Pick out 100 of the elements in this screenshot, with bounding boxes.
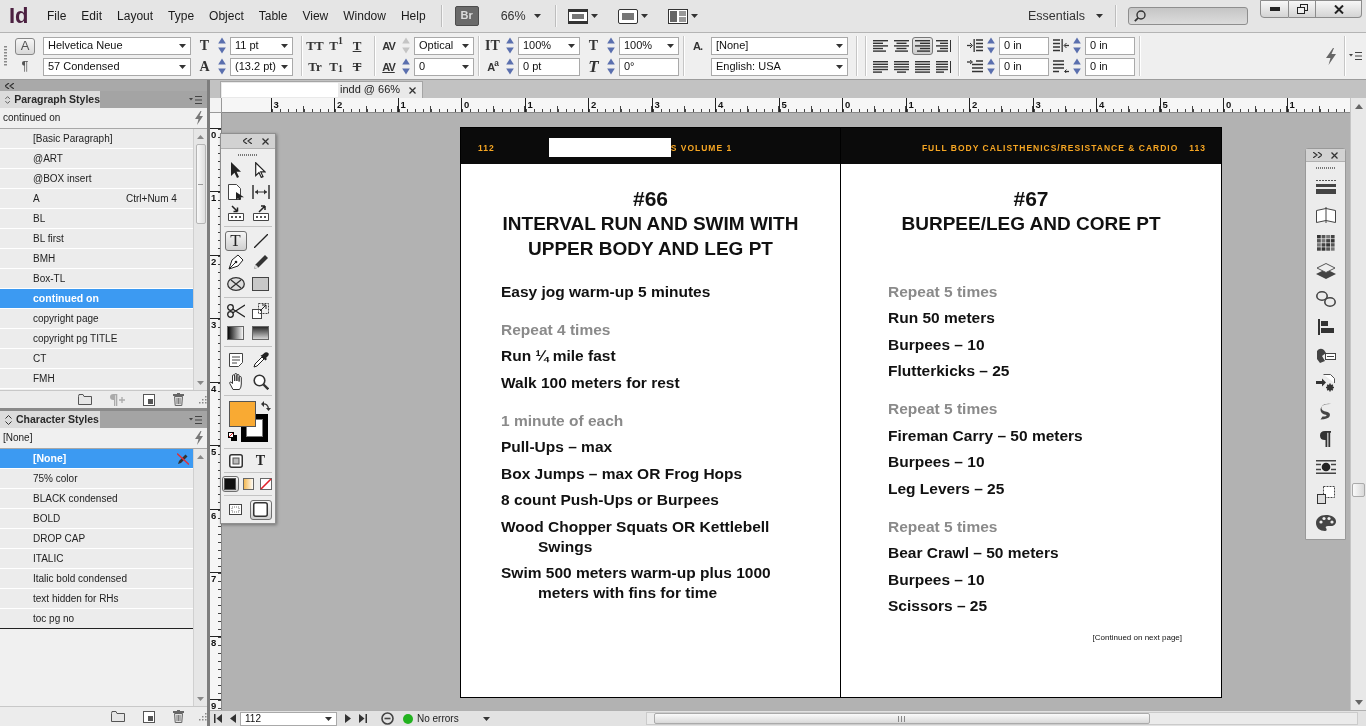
close-icon[interactable] [262,137,269,145]
panel-tab[interactable]: Character Styles [0,411,100,428]
overlapping-squares-icon[interactable] [1316,486,1335,504]
style-list-item[interactable]: BMH [0,249,193,269]
close-icon[interactable] [1331,151,1338,159]
new-item-icon[interactable] [143,393,155,406]
scroll-up-icon[interactable] [1354,104,1363,109]
style-list-item[interactable]: BLACK condensed [0,489,193,509]
stepper[interactable] [218,58,226,75]
type-style-button[interactable]: T [348,36,366,55]
dropdown-field[interactable]: 11 pt [230,36,293,55]
style-list-item[interactable]: Italic bold condensed [0,569,193,589]
scroll-up-icon[interactable] [197,455,204,459]
menu-item[interactable]: Help [400,8,426,24]
style-list-item[interactable]: CT [0,349,193,369]
tool-button[interactable]: T [224,230,247,251]
pilcrow-icon[interactable] [1320,431,1331,447]
stepper[interactable] [402,58,410,75]
search-field[interactable] [1128,7,1248,25]
mode-button[interactable]: ¶ [15,57,35,75]
dropdown-field[interactable]: (13.2 pt) [230,57,293,76]
close-button[interactable] [1316,0,1362,18]
stepper[interactable] [1073,58,1081,75]
dropdown-field[interactable]: 0 [414,57,474,76]
menu-item[interactable]: Window [343,8,386,24]
panel-tab[interactable]: Paragraph Styles [0,91,100,108]
s-ribbon-icon[interactable] [1319,402,1332,420]
scroll-thumb[interactable] [654,713,1150,724]
menu-item[interactable]: View [302,8,329,24]
next-page-icon[interactable] [345,714,351,723]
style-list-item[interactable]: toc pg no [0,609,193,629]
style-list-item[interactable]: DROP CAP [0,529,193,549]
view-mode-button[interactable] [249,499,272,520]
open-book-icon[interactable] [1315,207,1336,223]
chain-links-icon[interactable] [1315,291,1336,307]
style-list-item[interactable]: copyright pg TITLE [0,329,193,349]
stepper[interactable] [506,37,514,54]
menu-item[interactable]: File [47,8,67,24]
style-list-item[interactable]: 75% color [0,469,193,489]
last-page-icon[interactable] [359,714,367,723]
input-field[interactable]: 0 in [1085,57,1135,76]
tool-button[interactable] [249,301,272,321]
zoom-dropdown[interactable]: 66% [500,8,541,24]
layers-icon[interactable] [1315,263,1336,279]
swap-arrow-icon[interactable] [261,401,271,411]
stepper[interactable] [987,37,995,54]
collapse-arrows-icon[interactable] [243,138,252,144]
scroll-down-icon[interactable] [197,697,204,701]
dropdown-field[interactable]: 100% [619,36,679,55]
expand-arrows-icon[interactable] [1313,152,1322,158]
trash-icon[interactable] [173,710,184,723]
type-style-button[interactable]: Tr [306,57,324,76]
dropdown-field[interactable]: 100% [518,36,580,55]
restore-button[interactable] [1289,0,1316,18]
lightning-icon[interactable] [195,111,203,125]
bridge-button[interactable]: Br [454,6,479,26]
lightning-icon[interactable] [195,431,203,445]
style-list-item[interactable]: FMH [0,369,193,389]
type-style-button[interactable]: T$_{1}$ [327,57,345,76]
collapse-arrows-icon[interactable] [5,82,14,89]
type-style-button[interactable]: TT [306,36,324,55]
first-page-icon[interactable] [214,714,222,723]
menu-item[interactable]: Object [209,8,244,24]
dropdown-field[interactable]: 57 Condensed [43,57,191,76]
stepper[interactable] [607,37,615,54]
scroll-down-icon[interactable] [197,381,204,385]
style-list-item[interactable]: @BOX insert [0,169,193,189]
close-icon[interactable] [409,86,416,94]
type-style-button[interactable]: T [348,57,366,76]
trash-icon[interactable] [173,393,184,406]
scroll-thumb[interactable] [195,144,206,224]
lines-dot-icon[interactable] [1315,460,1336,474]
apply-button[interactable] [221,476,239,492]
dropdown-field[interactable]: English: USA [711,57,848,76]
dropdown-field[interactable]: Helvetica Neue [43,36,191,55]
style-list-item[interactable]: ITALIC [0,549,193,569]
new-item-icon[interactable] [143,710,155,723]
tool-button[interactable] [224,301,247,321]
menu-item[interactable]: Table [258,8,288,24]
fill-swatch[interactable] [229,401,256,427]
style-list-item[interactable]: BL first [0,229,193,249]
menu-item[interactable]: Edit [81,8,103,24]
panel-menu-icon[interactable] [189,95,202,104]
style-list-item[interactable]: copyright page [0,309,193,329]
view-menu-button[interactable] [667,8,698,24]
input-field[interactable]: 0 in [1085,36,1135,55]
stepper[interactable] [218,37,226,54]
folder-icon[interactable] [78,394,92,405]
preflight-icon[interactable] [381,712,394,725]
panel-menu-icon[interactable] [189,415,202,424]
type-style-button[interactable]: T$^{1}$ [327,36,345,55]
stepper[interactable] [1073,37,1081,54]
palette-icon[interactable] [1315,515,1336,531]
align-bars-icon[interactable] [1317,319,1334,335]
style-list-item[interactable]: text hidden for RHs [0,589,193,609]
arrow-gear-icon[interactable] [1315,374,1336,392]
mode-button[interactable]: A [15,37,35,55]
style-list-item[interactable]: BL [0,209,193,229]
dropdown-field[interactable]: [None] [711,36,848,55]
stepper[interactable] [506,58,514,75]
